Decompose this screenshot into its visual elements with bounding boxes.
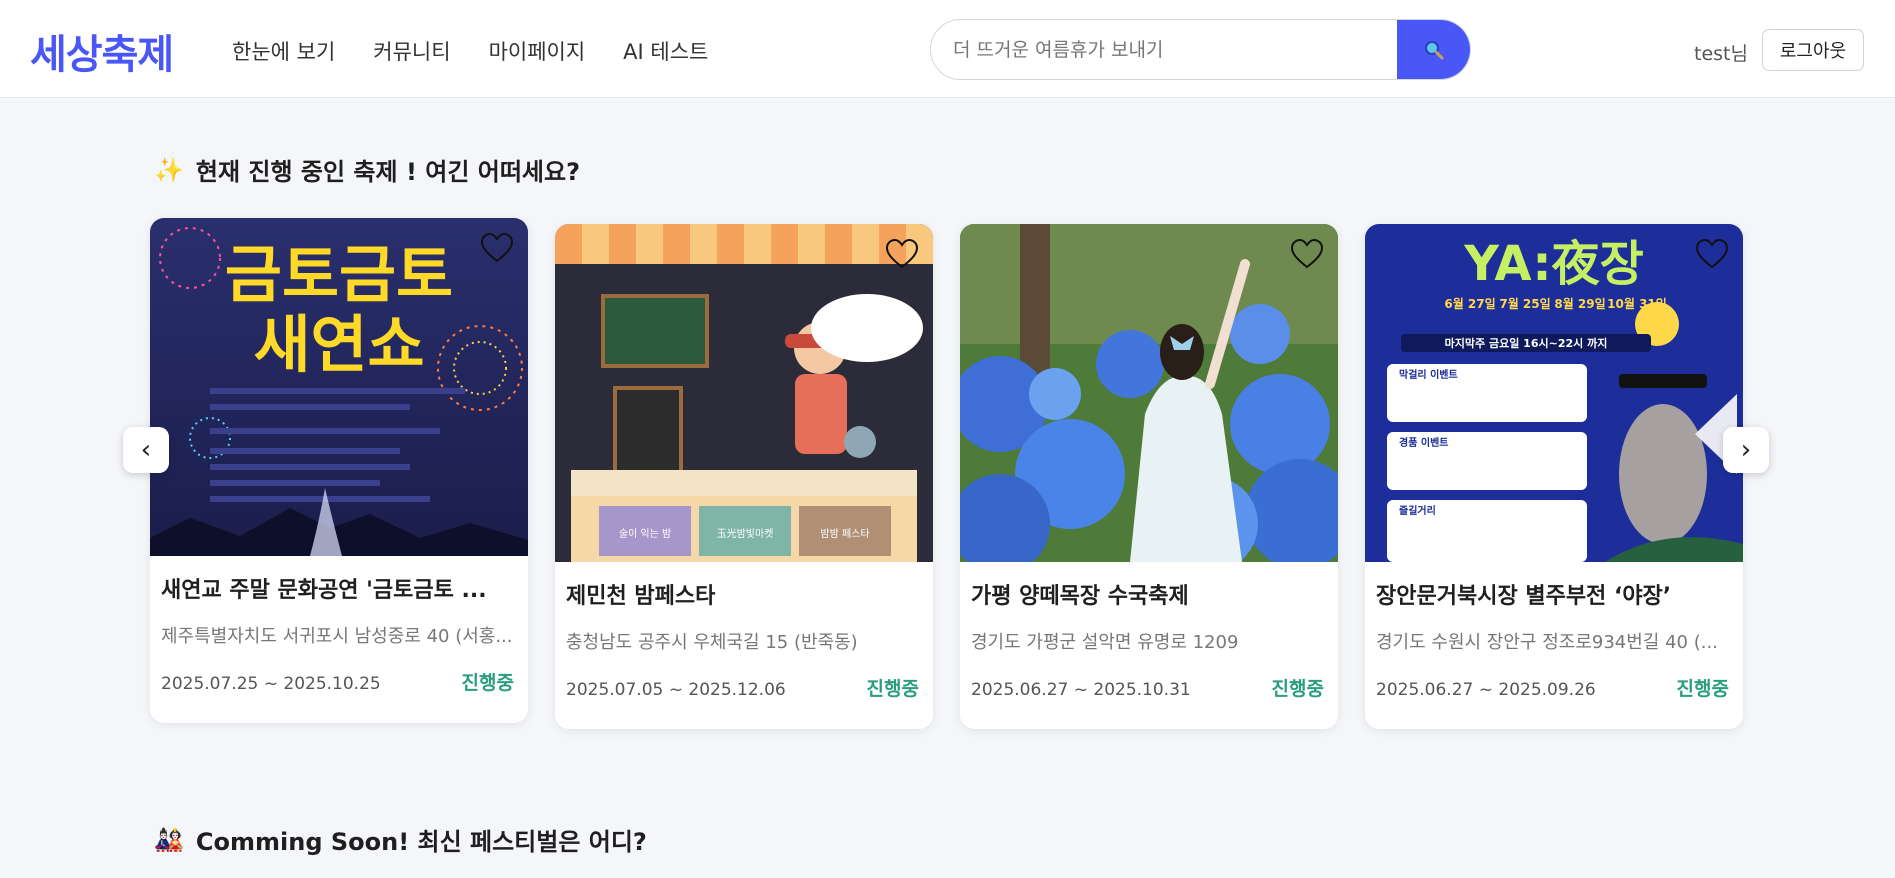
- user-name: test님: [1694, 43, 1748, 65]
- carousel-next-button[interactable]: ›: [1723, 427, 1769, 473]
- nav-item-overview[interactable]: 한눈에 보기: [232, 36, 335, 66]
- card-date: 2025.06.27 ~ 2025.09.26: [1376, 680, 1596, 700]
- main-nav: 한눈에 보기 커뮤니티 마이페이지 AI 테스트: [232, 36, 708, 66]
- heart-icon[interactable]: [1695, 238, 1729, 270]
- festival-poster: YA:夜장 6월 27일 7월 25일 8월 29일 10월 31일 마지막주 …: [1365, 224, 1743, 562]
- card-title: 새연교 주말 문화공연 '금토금토 ...: [161, 578, 487, 603]
- festival-card[interactable]: 가평 양떼목장 수국축제 경기도 가평군 설악면 유명로 1209 2025.0…: [960, 224, 1338, 729]
- card-address: 경기도 가평군 설악면 유명로 1209: [971, 632, 1239, 653]
- card-date: 2025.07.05 ~ 2025.12.06: [566, 680, 786, 700]
- nav-item-ai-test[interactable]: AI 테스트: [623, 36, 708, 66]
- card-date: 2025.07.25 ~ 2025.10.25: [161, 674, 381, 694]
- nav-item-community[interactable]: 커뮤니티: [373, 36, 450, 66]
- heart-icon[interactable]: [480, 232, 514, 264]
- card-address: 충청남도 공주시 우체국길 15 (반죽동): [566, 632, 858, 653]
- coming-soon-section-title: 🎎 Comming Soon! 최신 페스티벌은 어디?: [154, 822, 647, 857]
- card-title: 제민천 밤페스타: [566, 584, 716, 609]
- poster-text: 7월 25일: [1499, 296, 1550, 311]
- festival-card[interactable]: 술이 익는 밤 玉光밤빛마켓 밤밤 페스타 제민천 밤페스타 충청남도 공주시 …: [555, 224, 933, 729]
- search-button[interactable]: [1397, 20, 1470, 79]
- chevron-left-icon: ‹: [140, 435, 152, 465]
- festival-card[interactable]: YA:夜장 6월 27일 7월 25일 8월 29일 10월 31일 마지막주 …: [1365, 224, 1743, 729]
- card-title: 장안문거북시장 별주부전 ‘야장’: [1376, 584, 1672, 609]
- poster-text: 玉光밤빛마켓: [717, 527, 774, 540]
- top-header: 세상축제 한눈에 보기 커뮤니티 마이페이지 AI 테스트 test님 로그아웃: [0, 0, 1895, 98]
- coming-soon-title-text: Comming Soon! 최신 페스티벌은 어디?: [195, 828, 647, 856]
- status-badge: 진행중: [1271, 678, 1324, 700]
- status-badge: 진행중: [866, 678, 919, 700]
- sparkles-icon: ✨: [154, 155, 184, 184]
- search-bar: [930, 19, 1471, 80]
- poster-text: 즐길거리: [1399, 504, 1436, 517]
- carousel-prev-button[interactable]: ‹: [123, 427, 169, 473]
- heart-icon[interactable]: [885, 238, 919, 270]
- card-address: 제주특별자치도 서귀포시 남성중로 40 (서홍...: [161, 626, 513, 647]
- card-title: 가평 양떼목장 수국축제: [971, 584, 1189, 609]
- poster-text: 8월 29일: [1554, 296, 1605, 311]
- card-address: 경기도 수원시 장안구 정조로934번길 40 (...: [1376, 632, 1718, 653]
- card-date: 2025.06.27 ~ 2025.10.31: [971, 680, 1191, 700]
- search-input[interactable]: [931, 20, 1399, 79]
- ongoing-section-title: ✨ 현재 진행 중인 축제 ! 여긴 어떠세요?: [154, 152, 580, 187]
- chevron-right-icon: ›: [1740, 435, 1752, 465]
- logout-button[interactable]: 로그아웃: [1762, 29, 1864, 71]
- poster-text: 막걸리 이벤트: [1399, 368, 1458, 381]
- festival-card[interactable]: 금토금토 새연쇼 새연교 주말 문화공연 '금토금토 ... 제주특별자치도 서…: [150, 218, 528, 723]
- ongoing-title-text: 현재 진행 중인 축제 ! 여긴 어떠세요?: [195, 158, 581, 186]
- festival-poster: 금토금토 새연쇼: [150, 218, 528, 556]
- status-badge: 진행중: [461, 672, 514, 694]
- poster-text: 금토금토: [225, 238, 453, 311]
- search-icon: [1424, 40, 1443, 59]
- status-badge: 진행중: [1676, 678, 1729, 700]
- poster-text: 마지막주 금요일 16시~22시 까지: [1445, 336, 1608, 350]
- poster-text: 밤밤 페스타: [820, 528, 869, 540]
- nav-item-mypage[interactable]: 마이페이지: [489, 36, 586, 66]
- heart-icon[interactable]: [1290, 238, 1324, 270]
- site-logo[interactable]: 세상축제: [30, 22, 174, 80]
- poster-text: 경품 이벤트: [1399, 436, 1448, 449]
- poster-text: YA:夜장: [1463, 236, 1644, 292]
- poster-text: 6월 27일: [1444, 296, 1495, 311]
- festival-icon: 🎎: [154, 825, 184, 854]
- festival-poster: [960, 224, 1338, 562]
- poster-text: 술이 익는 밤: [619, 528, 671, 540]
- festival-poster: 술이 익는 밤 玉光밤빛마켓 밤밤 페스타: [555, 224, 933, 562]
- poster-text: 새연쇼: [253, 308, 424, 381]
